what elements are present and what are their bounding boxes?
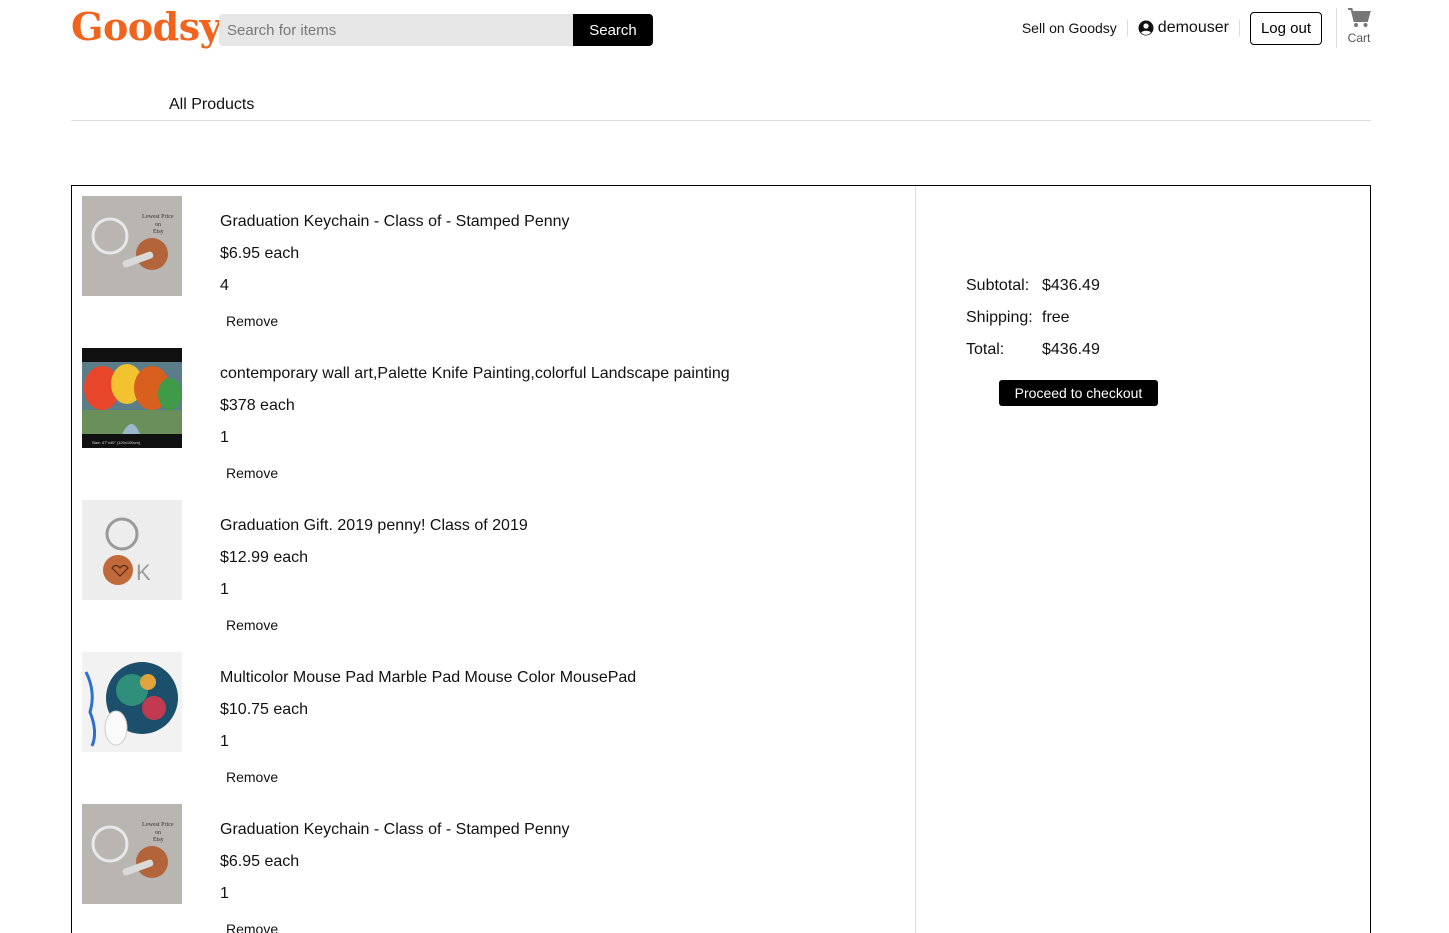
- item-price: $378 each: [220, 397, 295, 414]
- user-circle-icon: [1138, 20, 1154, 36]
- nav-all-products[interactable]: All Products: [169, 96, 254, 114]
- svg-text:on: on: [155, 830, 161, 836]
- shopping-cart-icon: [1348, 8, 1371, 27]
- product-image-keychain[interactable]: Lowest Price on Etsy: [82, 804, 182, 904]
- svg-text:on: on: [155, 222, 161, 228]
- remove-button[interactable]: Remove: [220, 462, 285, 484]
- svg-text:Lowest Price: Lowest Price: [142, 822, 174, 828]
- item-price: $6.95 each: [220, 853, 300, 870]
- cart-link[interactable]: Cart: [1336, 8, 1371, 48]
- remove-button[interactable]: Remove: [220, 918, 285, 933]
- shipping-row: Shipping: free: [966, 302, 1100, 334]
- order-summary: Subtotal: $436.49 Shipping: free Total: …: [966, 270, 1158, 406]
- product-image-mousepad[interactable]: [82, 652, 182, 752]
- item-title[interactable]: Graduation Keychain - Class of - Stamped…: [220, 821, 570, 839]
- search-input[interactable]: [219, 14, 573, 46]
- proceed-to-checkout-button[interactable]: Proceed to checkout: [999, 380, 1158, 406]
- item-quantity: 1: [220, 429, 229, 446]
- product-image-keychain[interactable]: Lowest Price on Etsy: [82, 196, 182, 296]
- header-actions: Sell on Goodsy demouser Log out Cart: [1022, 4, 1371, 52]
- svg-text:Etsy: Etsy: [153, 837, 164, 843]
- cart-item: Lowest Price on Etsy Graduation Keychain…: [82, 196, 902, 336]
- remove-button[interactable]: Remove: [220, 614, 285, 636]
- cart-label: Cart: [1347, 31, 1371, 45]
- cart-item: Size: 47"x40" (120x100cm) contemporary w…: [82, 348, 902, 488]
- item-quantity: 1: [220, 733, 229, 750]
- item-price: $12.99 each: [220, 549, 309, 566]
- svg-text:Size: 47"x40" (120x100cm): Size: 47"x40" (120x100cm): [92, 440, 141, 445]
- item-quantity: 4: [220, 277, 229, 294]
- cart-panel: Lowest Price on Etsy Graduation Keychain…: [71, 185, 1371, 933]
- total-value: $436.49: [1042, 341, 1100, 358]
- total-row: Total: $436.49: [966, 334, 1100, 366]
- item-title[interactable]: Graduation Keychain - Class of - Stamped…: [220, 213, 570, 231]
- item-price: $6.95 each: [220, 245, 300, 262]
- item-title[interactable]: Multicolor Mouse Pad Marble Pad Mouse Co…: [220, 669, 636, 687]
- subtotal-value: $436.49: [1042, 277, 1100, 294]
- item-title[interactable]: contemporary wall art,Palette Knife Pain…: [220, 365, 730, 383]
- user-menu[interactable]: demouser: [1128, 19, 1240, 37]
- svg-text:Etsy: Etsy: [153, 229, 164, 235]
- remove-button[interactable]: Remove: [220, 310, 285, 332]
- svg-text:K: K: [136, 560, 151, 585]
- shipping-value: free: [1042, 309, 1070, 326]
- category-nav: All Products: [71, 96, 1371, 121]
- cart-items-list: Lowest Price on Etsy Graduation Keychain…: [72, 186, 916, 933]
- subtotal-row: Subtotal: $436.49: [966, 270, 1100, 302]
- username: demouser: [1157, 19, 1229, 36]
- cart-item: Lowest Price on Etsy Graduation Keychain…: [82, 804, 902, 933]
- logo[interactable]: Goodsy: [71, 4, 222, 49]
- cart-item: Multicolor Mouse Pad Marble Pad Mouse Co…: [82, 652, 902, 792]
- shipping-label: Shipping:: [966, 309, 1033, 326]
- subtotal-label: Subtotal:: [966, 277, 1030, 294]
- search-button[interactable]: Search: [573, 14, 653, 46]
- svg-text:Lowest Price: Lowest Price: [142, 214, 174, 220]
- cart-item: K Graduation Gift. 2019 penny! Class of …: [82, 500, 902, 640]
- item-quantity: 1: [220, 885, 229, 902]
- product-image-penny-keychain[interactable]: K: [82, 500, 182, 600]
- item-quantity: 1: [220, 581, 229, 598]
- sell-on-goodsy-link[interactable]: Sell on Goodsy: [1022, 19, 1128, 37]
- item-price: $10.75 each: [220, 701, 309, 718]
- search-bar: Search: [219, 14, 653, 46]
- remove-button[interactable]: Remove: [220, 766, 285, 788]
- total-label: Total:: [966, 341, 1005, 358]
- logout-button[interactable]: Log out: [1249, 11, 1322, 45]
- item-title[interactable]: Graduation Gift. 2019 penny! Class of 20…: [220, 517, 528, 535]
- product-image-painting[interactable]: Size: 47"x40" (120x100cm): [82, 348, 182, 448]
